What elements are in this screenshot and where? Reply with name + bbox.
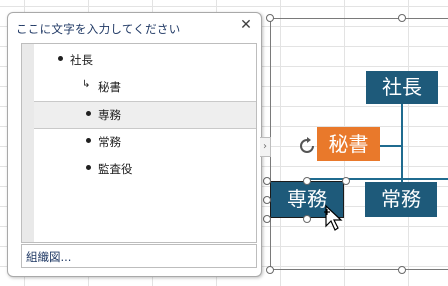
list-item-managing-director[interactable]: 常務	[34, 129, 256, 155]
node-handle-tr[interactable]	[342, 177, 350, 185]
assistant-arrow-icon: ↳	[82, 79, 91, 90]
node-handle-bl[interactable]	[263, 215, 271, 223]
node-secretary[interactable]: 秘書	[317, 127, 380, 161]
text-pane-title: ここに文字を入力してください	[16, 22, 181, 36]
list-item-label: 専務	[98, 108, 121, 122]
text-pane: ここに文字を入力してください ✕ 社長 ↳ 秘書 専務 常務 監査役 組織図..…	[7, 12, 262, 277]
rotate-icon[interactable]	[298, 137, 316, 155]
frame-handle-bottom-middle[interactable]	[398, 266, 406, 274]
footer-label: 組織図...	[26, 250, 72, 264]
node-handle-ml[interactable]	[263, 196, 271, 204]
node-president[interactable]: 社長	[366, 71, 438, 104]
text-pane-footer-link[interactable]: 組織図...	[21, 244, 257, 268]
close-icon[interactable]: ✕	[239, 18, 253, 32]
node-managing-director[interactable]: 常務	[365, 182, 437, 217]
connector-assistant	[380, 145, 402, 147]
list-item-label: 秘書	[98, 80, 121, 94]
frame-handle-bottom-left[interactable]	[266, 266, 274, 274]
node-handle-bm[interactable]	[303, 215, 311, 223]
node-secretary-label: 秘書	[328, 132, 369, 156]
node-handle-tm[interactable]	[303, 177, 311, 185]
connector-horizontal	[306, 178, 448, 180]
bullet-icon	[86, 165, 91, 170]
list-item-auditor[interactable]: 監査役	[34, 156, 256, 182]
bullet-icon	[86, 111, 91, 116]
list-item-label: 常務	[98, 135, 121, 149]
bullet-icon	[86, 138, 91, 143]
list-item-secretary[interactable]: ↳ 秘書	[34, 74, 256, 100]
node-president-label: 社長	[382, 75, 422, 99]
list-gutter	[22, 44, 34, 242]
text-pane-list[interactable]: 社長 ↳ 秘書 専務 常務 監査役	[21, 43, 257, 243]
move-cursor-icon	[324, 204, 343, 231]
list-item-president[interactable]: 社長	[34, 47, 256, 73]
frame-handle-top-left[interactable]	[266, 14, 274, 22]
connector-vertical	[401, 104, 403, 180]
node-managing-director-label: 常務	[381, 187, 421, 211]
frame-handle-top-middle[interactable]	[398, 14, 406, 22]
bullet-icon	[58, 56, 63, 61]
node-handle-tl[interactable]	[263, 177, 271, 185]
list-item-label: 監査役	[98, 162, 133, 176]
list-item-label: 社長	[70, 53, 93, 67]
list-item-senior-md[interactable]: 専務	[34, 101, 256, 129]
chevron-right-icon[interactable]: ›	[260, 137, 271, 157]
